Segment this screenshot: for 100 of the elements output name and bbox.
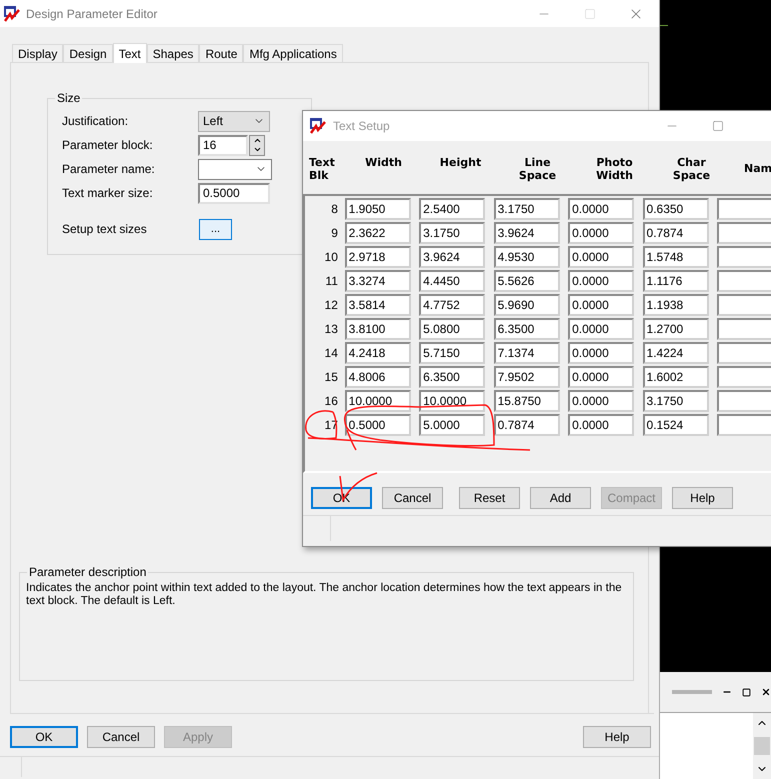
value-input-field[interactable]: 3.8100 [344, 318, 411, 340]
value-input-field[interactable]: 4.9530 [494, 246, 560, 268]
value-input-field[interactable]: 3.1750 [494, 198, 560, 220]
name-input-field[interactable] [717, 414, 771, 436]
value-input-field[interactable]: 0.7874 [642, 222, 709, 244]
name-input-field[interactable] [717, 318, 771, 340]
name-input-field[interactable] [717, 246, 771, 268]
dialog-button[interactable]: Reset [459, 487, 520, 509]
tab[interactable]: Mfg Applications [243, 44, 343, 62]
value-input-field[interactable]: 1.1176 [642, 270, 709, 292]
value-input-field[interactable]: 0.0000 [568, 390, 634, 412]
marker-size-field[interactable]: 0.5000 [198, 182, 270, 204]
value-input-field[interactable]: 5.7150 [419, 342, 486, 364]
value-input-field[interactable]: 0.0000 [568, 198, 634, 220]
dialog-button[interactable]: Help [672, 487, 733, 509]
dialog-button[interactable]: Cancel [382, 487, 443, 509]
value-input-field[interactable]: 5.0000 [419, 414, 486, 436]
value-input-field[interactable]: 0.0000 [568, 318, 634, 340]
name-input-field[interactable] [717, 222, 771, 244]
row-number: 15 [324, 369, 338, 386]
tab[interactable]: Shapes [146, 44, 200, 62]
column-header: Nam [744, 161, 771, 175]
dialog-button[interactable]: Cancel [87, 726, 155, 748]
value-input-field[interactable]: 0.0000 [568, 246, 634, 268]
value-input-field[interactable]: 1.1938 [642, 294, 709, 316]
value-input-field[interactable]: 4.7752 [419, 294, 486, 316]
value-input-field[interactable]: 3.9624 [494, 222, 560, 244]
value-input-field[interactable]: 15.8750 [494, 390, 560, 412]
row-number: 10 [324, 249, 338, 266]
value-input-field[interactable]: 3.1750 [419, 222, 486, 244]
value-input-field[interactable]: 3.3274 [344, 270, 411, 292]
value-input-field[interactable]: 5.0800 [419, 318, 486, 340]
value-input-field[interactable]: 0.0000 [568, 342, 634, 364]
row-number: 13 [324, 321, 338, 338]
value-input-field[interactable]: 6.3500 [494, 318, 560, 340]
dialog-button[interactable]: Help [583, 726, 651, 748]
scroll-thumb[interactable] [754, 737, 770, 755]
name-input-field[interactable] [717, 294, 771, 316]
value-input-field[interactable]: 0.5000 [344, 414, 411, 436]
vertical-scrollbar[interactable] [753, 713, 771, 779]
value-input-field[interactable]: 0.0000 [568, 366, 634, 388]
tab[interactable]: Design [63, 44, 113, 62]
value-input-field[interactable]: 0.1524 [642, 414, 709, 436]
value-input-field[interactable]: 0.0000 [568, 222, 634, 244]
window-title: Design Parameter Editor [26, 6, 158, 22]
value-input-field[interactable]: 2.5400 [419, 198, 486, 220]
value-input-field[interactable]: 5.9690 [494, 294, 560, 316]
field-label: Parameter name: [61, 161, 156, 178]
value-input-field[interactable]: 0.0000 [568, 270, 634, 292]
value-input-field[interactable]: 10.0000 [344, 390, 411, 412]
justification-dropdown[interactable]: Left [198, 110, 270, 132]
name-input-field[interactable] [717, 270, 771, 292]
name-input-field[interactable] [717, 390, 771, 412]
row-number: 11 [325, 273, 338, 290]
value-input-field[interactable]: 1.6002 [642, 366, 709, 388]
value-input-field[interactable]: 1.4224 [642, 342, 709, 364]
value-input-field[interactable]: 6.3500 [419, 366, 486, 388]
value-input-field[interactable]: 5.5626 [494, 270, 560, 292]
column-header: Line Space [518, 156, 558, 182]
group-title: Parameter description [28, 564, 148, 581]
value-input-field[interactable]: 1.5748 [642, 246, 709, 268]
value-input-field[interactable]: 0.0000 [568, 294, 634, 316]
dialog-button[interactable]: Add [530, 487, 591, 509]
close-icon[interactable] [761, 687, 771, 697]
column-header: Width [364, 156, 403, 169]
field-label: Parameter block: [61, 137, 154, 154]
tab[interactable]: Route [199, 44, 244, 62]
name-combo-box[interactable] [198, 158, 272, 180]
value-input-field[interactable]: 0.7874 [494, 414, 560, 436]
value-input-field[interactable]: 7.1374 [494, 342, 560, 364]
value-input-field[interactable]: 2.9718 [344, 246, 411, 268]
column-header: Text Blk [308, 156, 336, 182]
tab[interactable]: Display [12, 44, 64, 62]
panel-progress-track [672, 690, 712, 694]
tab[interactable]: Text [112, 43, 147, 63]
value-input-field[interactable]: 4.8006 [344, 366, 411, 388]
value-input-field[interactable]: 0.0000 [568, 414, 634, 436]
value-input-field[interactable]: 1.2700 [642, 318, 709, 340]
value-input-field[interactable]: 1.9050 [344, 198, 411, 220]
value-input-field[interactable]: 7.9502 [494, 366, 560, 388]
value-input-field[interactable]: 3.1750 [642, 390, 709, 412]
app-icon [309, 117, 327, 135]
value-input-field[interactable]: 4.2418 [344, 342, 411, 364]
restore-icon[interactable] [742, 688, 751, 696]
spinner-control[interactable] [249, 134, 265, 156]
setup-sizes-button[interactable]: ... [199, 218, 232, 240]
value-input-field[interactable]: 3.9624 [419, 246, 486, 268]
field-label: Text marker size: [61, 185, 154, 202]
value-input-field[interactable]: 3.5814 [344, 294, 411, 316]
value-input-field[interactable]: 2.3622 [344, 222, 411, 244]
description-text: Indicates the anchor point within text added to the layout. The anchor location determines how the text appears in the text block. The default is Left. [26, 581, 623, 608]
name-input-field[interactable] [717, 198, 771, 220]
name-input-field[interactable] [717, 366, 771, 388]
block-input-field[interactable]: 16 [198, 134, 248, 156]
dialog-button[interactable]: OK [10, 726, 78, 748]
name-input-field[interactable] [717, 342, 771, 364]
value-input-field[interactable]: 0.6350 [642, 198, 709, 220]
value-input-field[interactable]: 4.4450 [419, 270, 486, 292]
column-header: Photo Width [595, 156, 634, 182]
value-input-field[interactable]: 10.0000 [419, 390, 486, 412]
